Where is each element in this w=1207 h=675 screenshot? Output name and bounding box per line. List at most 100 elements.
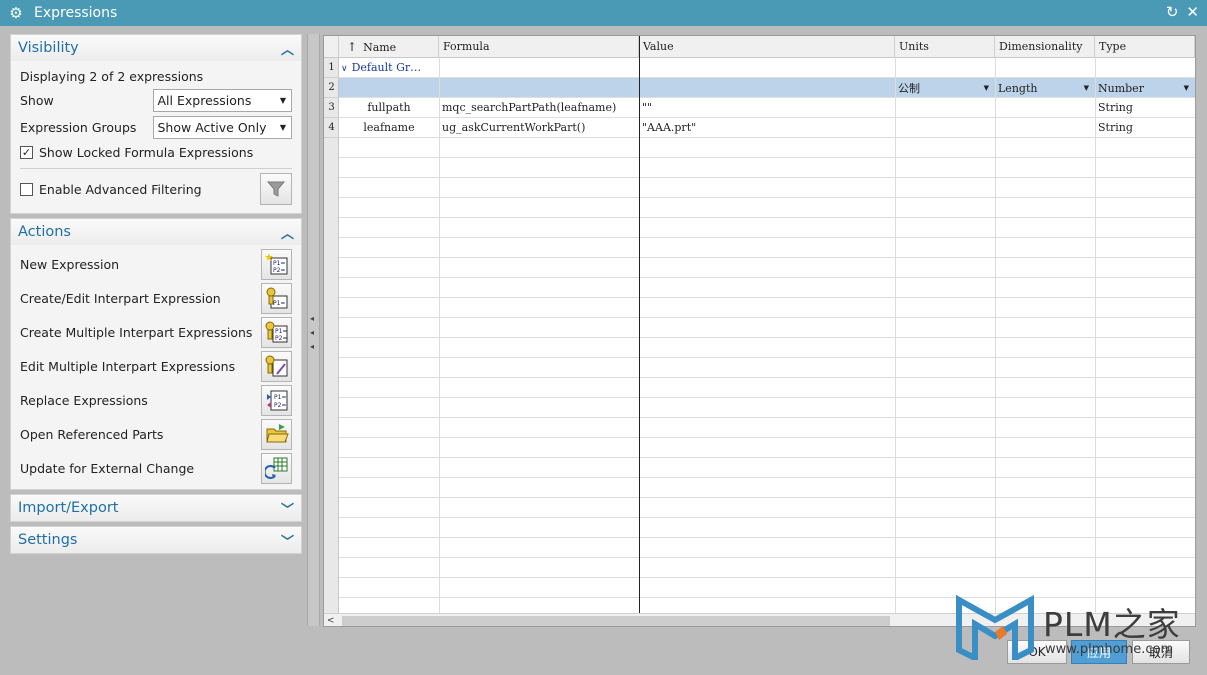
cancel-button[interactable]: 取消 <box>1132 640 1190 664</box>
cell-type[interactable]: String <box>1098 118 1194 138</box>
cell-name[interactable]: fullpath <box>339 98 439 118</box>
advanced-filtering-label: Enable Advanced Filtering <box>39 181 202 197</box>
cell-formula[interactable]: ug_askCurrentWorkPart() <box>442 118 638 138</box>
actions-header[interactable]: Actions ︿ <box>11 219 301 245</box>
show-dropdown-value: All Expressions <box>157 93 252 108</box>
scrollbar-thumb[interactable] <box>342 616 890 626</box>
actions-title: Actions <box>18 224 71 240</box>
visibility-title: Visibility <box>18 40 79 56</box>
import-export-group: Import/Export ﹀ <box>10 494 302 522</box>
table-row-new[interactable]: 公制 ▼ Length ▼ Number ▼ <box>339 78 1195 98</box>
column-resize-line <box>639 36 640 613</box>
ok-button[interactable]: OK <box>1007 640 1067 664</box>
empty-row <box>339 538 1195 558</box>
replace-expressions-action[interactable]: Replace Expressions P1= P2= <box>20 383 292 417</box>
edit-multiple-interpart-button[interactable] <box>261 350 292 382</box>
grid-body: ∨ Default Gr… 公制 ▼ Length ▼ Number ▼ fullpat… <box>339 36 1195 618</box>
chevron-down-icon[interactable]: ∨ <box>341 64 348 74</box>
type-dropdown[interactable]: Number ▼ <box>1095 78 1195 98</box>
groups-dropdown[interactable]: Show Active Only ▼ <box>152 116 292 139</box>
column-separator <box>995 58 996 613</box>
empty-row <box>339 298 1195 318</box>
cell-value[interactable]: "AAA.prt" <box>642 118 892 138</box>
dropdown-arrow-icon: ▼ <box>279 123 286 132</box>
close-icon[interactable]: ✕ <box>1186 3 1199 21</box>
edit-multiple-interpart-action[interactable]: Edit Multiple Interpart Expressions <box>20 349 292 383</box>
table-row-group[interactable]: ∨ Default Gr… <box>339 58 1195 78</box>
table-row[interactable]: fullpath mqc_searchPartPath(leafname) ""… <box>339 98 1195 118</box>
row-number[interactable]: 2 <box>324 78 339 98</box>
chevron-down-icon[interactable]: ﹀ <box>281 499 294 518</box>
new-expression-action[interactable]: New Expression P1= P2= <box>20 247 292 281</box>
column-header-name[interactable]: ↑ Name <box>339 36 439 58</box>
row-number[interactable]: 3 <box>324 98 339 118</box>
displaying-count: Displaying 2 of 2 expressions <box>20 68 204 84</box>
dimensionality-dropdown[interactable]: Length ▼ <box>995 78 1095 98</box>
multiple-interpart-button[interactable]: P1= P2= <box>261 316 292 348</box>
replace-expressions-button[interactable]: P1= P2= <box>261 384 292 416</box>
open-referenced-parts-action[interactable]: Open Referenced Parts <box>20 417 292 451</box>
actions-group: Actions ︿ New Expression P1= P2= Create/… <box>10 218 302 490</box>
group-row-label[interactable]: ∨ Default Gr… <box>341 58 437 78</box>
column-header-formula[interactable]: Formula <box>439 36 639 58</box>
action-label: New Expression <box>20 256 120 272</box>
scroll-left-icon[interactable]: < <box>327 614 335 626</box>
update-external-action[interactable]: Update for External Change <box>20 451 292 485</box>
column-header-value[interactable]: Value <box>639 36 895 58</box>
cell-value[interactable]: "" <box>642 98 892 118</box>
visibility-group: Visibility ︿ Displaying 2 of 2 expressio… <box>10 34 302 214</box>
apply-button[interactable]: 应用 <box>1071 640 1127 664</box>
import-export-header[interactable]: Import/Export ﹀ <box>11 495 301 521</box>
show-label: Show <box>20 93 54 108</box>
interpart-expression-button[interactable]: P1= <box>261 282 292 314</box>
svg-text:P2=: P2= <box>273 267 285 274</box>
panel-splitter[interactable]: ◂ ◂ ◂ <box>307 34 320 626</box>
left-panel: Visibility ︿ Displaying 2 of 2 expressio… <box>10 34 302 558</box>
advanced-filtering-option[interactable]: Enable Advanced Filtering <box>20 178 202 201</box>
filter-button[interactable] <box>260 173 292 205</box>
svg-text:P2=: P2= <box>274 402 286 409</box>
row-number[interactable]: 4 <box>324 118 339 138</box>
expressions-grid: ↑ Name Formula Value Units Dimensionality… <box>323 35 1196 627</box>
locked-formula-option[interactable]: ✓ Show Locked Formula Expressions <box>20 141 292 164</box>
visibility-header[interactable]: Visibility ︿ <box>11 35 301 61</box>
gear-icon[interactable]: ⚙ <box>8 4 24 22</box>
cell-type[interactable]: String <box>1098 98 1194 118</box>
show-dropdown[interactable]: All Expressions ▼ <box>152 89 292 112</box>
chevron-down-icon[interactable]: ﹀ <box>281 531 294 550</box>
empty-row <box>339 338 1195 358</box>
dropdown-arrow-icon: ▼ <box>1183 84 1189 92</box>
cell-name[interactable]: leafname <box>339 118 439 138</box>
advanced-filtering-checkbox[interactable] <box>20 182 33 196</box>
new-expression-button[interactable]: P1= P2= <box>261 248 292 280</box>
interpart-expression-action[interactable]: Create/Edit Interpart Expression P1= <box>20 281 292 315</box>
multiple-interpart-action[interactable]: Create Multiple Interpart Expressions P1… <box>20 315 292 349</box>
column-header-type[interactable]: Type <box>1095 36 1195 58</box>
row-number-column: 1 2 3 4 <box>324 58 339 613</box>
cell-formula[interactable]: mqc_searchPartPath(leafname) <box>442 98 638 118</box>
open-referenced-parts-button[interactable] <box>261 418 292 450</box>
settings-header[interactable]: Settings ﹀ <box>11 527 301 553</box>
column-header-dimensionality[interactable]: Dimensionality <box>995 36 1095 58</box>
units-dropdown[interactable]: 公制 ▼ <box>895 78 995 98</box>
locked-formula-checkbox[interactable]: ✓ <box>20 146 33 159</box>
empty-row <box>339 158 1195 178</box>
horizontal-scrollbar[interactable]: < <box>324 613 1195 626</box>
chevron-up-icon[interactable]: ︿ <box>281 223 294 242</box>
row-number-header <box>324 36 339 58</box>
update-external-button[interactable] <box>261 452 292 484</box>
empty-row <box>339 558 1195 578</box>
open-folder-icon <box>265 424 289 443</box>
column-header-units[interactable]: Units <box>895 36 995 58</box>
reset-icon[interactable]: ↻ <box>1166 3 1179 21</box>
empty-row <box>339 218 1195 238</box>
row-number[interactable]: 1 <box>324 58 339 78</box>
table-row[interactable]: leafname ug_askCurrentWorkPart() "AAA.pr… <box>339 118 1195 138</box>
chevron-up-icon[interactable]: ︿ <box>281 39 294 58</box>
action-label: Update for External Change <box>20 460 195 476</box>
empty-row <box>339 418 1195 438</box>
empty-row <box>339 498 1195 518</box>
empty-row <box>339 478 1195 498</box>
collapse-left-icon[interactable]: ◂ ◂ ◂ <box>310 312 314 354</box>
svg-text:P1=: P1= <box>273 260 285 267</box>
